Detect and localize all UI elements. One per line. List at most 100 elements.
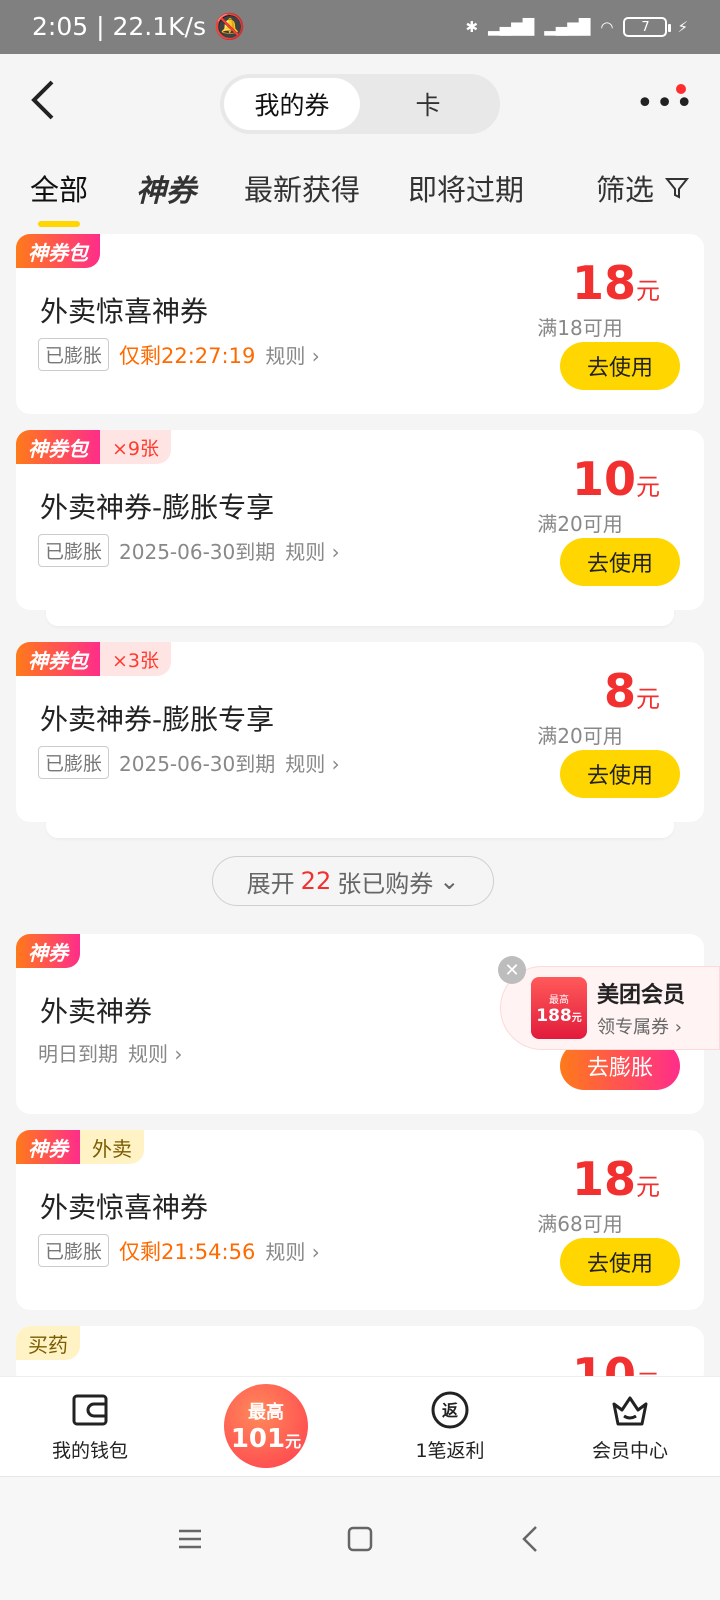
- promo-close-button[interactable]: ✕: [498, 956, 526, 984]
- amount-value: 18: [571, 1152, 636, 1206]
- nav-member-label: 会员中心: [591, 1440, 668, 1462]
- status-speed: 22.1K/s: [112, 12, 206, 41]
- center-reward-value: 101: [230, 1424, 286, 1454]
- countdown: 仅剩21:54:56: [119, 1239, 256, 1264]
- tab-newest[interactable]: 最新获得: [244, 167, 360, 209]
- use-button[interactable]: 去使用: [560, 342, 680, 390]
- coupon-count: ×3张: [100, 642, 172, 676]
- status-bar: 2:05 | 22.1K/s 🔕 ✱ ▂▄▆█ ▂▄▆█ ◠ 7 ⚡: [0, 0, 720, 54]
- use-button[interactable]: 去使用: [560, 538, 680, 586]
- countdown: 仅剩22:27:19: [119, 343, 256, 368]
- seg-my-coupons[interactable]: 我的券: [224, 78, 360, 130]
- coupon-tag-category: 外卖: [80, 1130, 144, 1164]
- coupon-card[interactable]: 神券包 ×3张 外卖神券-膨胀专享 已膨胀 2025-06-30到期 规则 8元…: [16, 642, 704, 838]
- rebate-icon: 返: [431, 1391, 469, 1429]
- amount-condition: 满20可用: [537, 724, 623, 748]
- nav-member[interactable]: 会员中心: [540, 1377, 720, 1476]
- promo-title: 美团会员: [597, 983, 686, 1008]
- rule-link[interactable]: 规则: [285, 536, 339, 565]
- bluetooth-icon: ✱: [465, 18, 479, 36]
- tag-row: 神券: [16, 934, 80, 968]
- filter-tabs: 全部 神券 最新获得 即将过期 筛选: [0, 156, 720, 227]
- filter-label: 筛选: [595, 173, 654, 207]
- tag-row: 神券包: [16, 234, 100, 268]
- coupon-amount: 10元 满20可用: [500, 452, 660, 537]
- expiry-date: 明日到期: [38, 1042, 118, 1066]
- coupon-meta: 已膨胀 2025-06-30到期 规则: [38, 534, 340, 567]
- amount-unit: 元: [636, 1173, 660, 1201]
- system-nav: [0, 1476, 720, 1600]
- rule-link[interactable]: 规则: [128, 1038, 182, 1067]
- system-back-icon[interactable]: [510, 1519, 550, 1559]
- bottom-nav: 我的钱包 返 1笔返利 会员中心: [0, 1376, 720, 1476]
- coupon-title: 外卖神券-膨胀专享: [40, 703, 275, 736]
- coupon-card[interactable]: 神券包 外卖惊喜神券 已膨胀 仅剩22:27:19 规则 18元 满18可用 去…: [16, 234, 704, 414]
- inflated-badge: 已膨胀: [38, 338, 110, 371]
- expand-suffix: 张已购券: [337, 869, 434, 898]
- amount-value: 10: [571, 452, 636, 506]
- stack-shadow: [46, 606, 674, 626]
- charging-icon: ⚡: [677, 18, 688, 36]
- expand-purchased-button[interactable]: 展开 22 张已购券 ⌄: [212, 856, 494, 906]
- more-button[interactable]: •••: [636, 84, 693, 124]
- coupon-card[interactable]: 神券 外卖 外卖惊喜神券 已膨胀 仅剩21:54:56 规则 18元 满68可用…: [16, 1130, 704, 1310]
- battery-icon: 7: [623, 17, 672, 37]
- coupon-tag: 神券: [16, 934, 80, 968]
- rule-link[interactable]: 规则: [265, 340, 319, 369]
- coupon-title: 外卖神券: [40, 995, 153, 1028]
- notification-dot: [676, 84, 686, 94]
- svg-text:返: 返: [442, 1401, 458, 1420]
- use-button[interactable]: 去使用: [560, 1238, 680, 1286]
- coupon-card[interactable]: 神券包 ×9张 外卖神券-膨胀专享 已膨胀 2025-06-30到期 规则 10…: [16, 430, 704, 626]
- center-reward-top: 最高: [248, 1402, 284, 1423]
- tab-filter[interactable]: 筛选: [596, 167, 690, 209]
- seg-cards[interactable]: 卡: [360, 78, 496, 130]
- nav-rebate[interactable]: 返 1笔返利: [360, 1377, 540, 1476]
- amount-unit: 元: [636, 473, 660, 501]
- promo-ticket-unit: 元: [571, 1012, 582, 1024]
- promo-text: 美团会员 领专属券 ›: [597, 977, 685, 1039]
- amount-value: 18: [571, 256, 636, 310]
- coupon-count: ×9张: [100, 430, 172, 464]
- inflated-badge: 已膨胀: [38, 746, 110, 779]
- promo-subtitle-text: 领专属券: [597, 1017, 669, 1038]
- nav-wallet[interactable]: 我的钱包: [0, 1377, 180, 1476]
- tab-brand-coupons[interactable]: 神券: [136, 166, 196, 210]
- coupon-amount: 18元 满68可用: [500, 1152, 660, 1237]
- signal-icon: ▂▄▆█: [488, 18, 535, 36]
- chevron-down-icon: ⌄: [439, 867, 460, 895]
- status-right: ✱ ▂▄▆█ ▂▄▆█ ◠ 7 ⚡: [465, 17, 688, 37]
- home-square-icon[interactable]: [340, 1519, 380, 1559]
- rule-link[interactable]: 规则: [265, 1236, 319, 1265]
- coupon-title: 外卖惊喜神券: [40, 1191, 209, 1224]
- header: 我的券 卡 •••: [0, 54, 720, 154]
- member-promo[interactable]: 最高 188元 美团会员 领专属券 ›: [500, 966, 720, 1050]
- funnel-icon: [664, 178, 690, 199]
- nav-wallet-label: 我的钱包: [51, 1440, 128, 1462]
- back-arrow-icon: [31, 80, 54, 120]
- promo-ticket-icon: 最高 188元: [531, 977, 587, 1039]
- center-reward-button[interactable]: 最高 101元: [224, 1384, 308, 1468]
- amount-condition: 满20可用: [537, 512, 623, 536]
- coupon-amount: 8元 满20可用: [500, 664, 660, 749]
- use-button[interactable]: 去使用: [560, 750, 680, 798]
- crown-basket-icon: [612, 1396, 648, 1426]
- promo-subtitle: 领专属券 ›: [597, 1017, 682, 1038]
- menu-icon[interactable]: [170, 1519, 210, 1559]
- status-time: 2:05: [32, 12, 89, 41]
- tab-all[interactable]: 全部: [30, 167, 88, 227]
- amount-condition: 满18可用: [537, 316, 623, 340]
- promo-ticket-top: 最高: [549, 994, 569, 1006]
- expiry-date: 2025-06-30到期: [119, 752, 276, 776]
- coupon-tag: 神券: [16, 1130, 80, 1164]
- mute-icon: 🔕: [213, 12, 246, 41]
- wifi-icon: ◠: [600, 18, 614, 36]
- promo-ticket-value: 188: [536, 1005, 572, 1026]
- stack-shadow: [46, 818, 674, 838]
- coupon-meta: 已膨胀 仅剩21:54:56 规则: [38, 1234, 320, 1267]
- coupon-meta: 明日到期 规则: [38, 1038, 182, 1067]
- tab-expiring[interactable]: 即将过期: [408, 167, 524, 209]
- coupon-meta: 已膨胀 仅剩22:27:19 规则: [38, 338, 320, 371]
- back-button[interactable]: [28, 78, 68, 128]
- rule-link[interactable]: 规则: [285, 748, 339, 777]
